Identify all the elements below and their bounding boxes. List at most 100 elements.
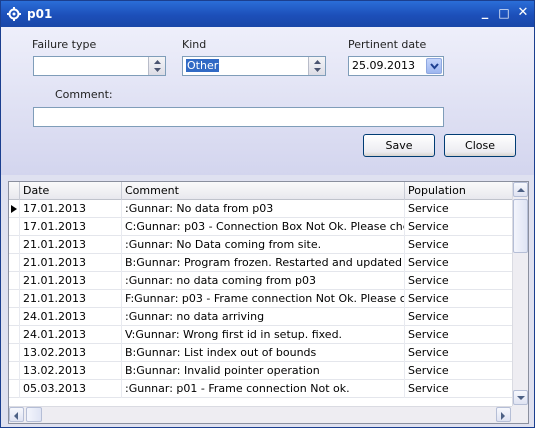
- entry-form: Failure type Kind Other Pertinent date 2…: [1, 27, 534, 175]
- failure-type-spin-button[interactable]: [148, 57, 165, 75]
- failure-type-label: Failure type: [32, 38, 97, 51]
- pertinent-date-picker[interactable]: 25.09.2013: [348, 56, 444, 76]
- comment-label: Comment:: [55, 88, 113, 101]
- scrollbar-corner: [512, 406, 528, 423]
- gear-icon: [7, 7, 21, 21]
- minimize-button[interactable]: _: [477, 5, 493, 21]
- row-indicator-cell[interactable]: [9, 290, 20, 308]
- date-cell[interactable]: 21.01.2013: [20, 236, 122, 254]
- vertical-scroll-thumb[interactable]: [513, 199, 528, 253]
- population-cell[interactable]: Service: [405, 380, 513, 398]
- date-cell[interactable]: 24.01.2013: [20, 326, 122, 344]
- save-button[interactable]: Save: [363, 134, 435, 157]
- date-cell[interactable]: 17.01.2013: [20, 218, 122, 236]
- horizontal-scrollbar[interactable]: [9, 406, 513, 423]
- table-row[interactable]: 13.02.2013 B:Gunnar: List index out of bo…: [9, 344, 513, 362]
- comment-cell[interactable]: F:Gunnar: p03 - Frame connection Not Ok.…: [122, 290, 405, 308]
- comment-cell[interactable]: :Gunnar: p01 - Frame connection Not ok.: [122, 380, 405, 398]
- vertical-scrollbar[interactable]: [512, 182, 528, 406]
- chevron-left-icon: [14, 412, 18, 420]
- chevron-right-icon: [501, 412, 505, 420]
- population-cell[interactable]: Service: [405, 362, 513, 380]
- date-cell[interactable]: 21.01.2013: [20, 272, 122, 290]
- grid-header: Date Comment Population: [9, 182, 513, 200]
- failure-type-field[interactable]: [33, 56, 166, 76]
- comment-cell[interactable]: :Gunnar: no data arriving: [122, 308, 405, 326]
- window-title: p01: [27, 7, 53, 21]
- title-bar[interactable]: p01 _ □ ✕: [1, 1, 534, 27]
- date-cell[interactable]: 24.01.2013: [20, 308, 122, 326]
- chevron-up-icon: [517, 188, 525, 192]
- comment-cell[interactable]: :Gunnar: no data coming from p03: [122, 272, 405, 290]
- population-cell[interactable]: Service: [405, 218, 513, 236]
- row-indicator-cell[interactable]: [9, 254, 20, 272]
- row-indicator-cell[interactable]: [9, 218, 20, 236]
- close-window-button[interactable]: ✕: [515, 5, 531, 21]
- dialog-window: p01 _ □ ✕ Failure type Kind Other Pertin…: [0, 0, 535, 428]
- population-cell[interactable]: Service: [405, 308, 513, 326]
- date-cell[interactable]: 17.01.2013: [20, 200, 122, 218]
- table-row[interactable]: 13.02.2013 B:Gunnar: Invalid pointer oper…: [9, 362, 513, 380]
- date-cell[interactable]: 13.02.2013: [20, 344, 122, 362]
- pertinent-date-value: 25.09.2013: [352, 59, 415, 72]
- table-row[interactable]: 21.01.2013:Gunnar: no data coming from p…: [9, 272, 513, 290]
- current-row-arrow-icon: [11, 205, 17, 213]
- scroll-up-button[interactable]: [513, 182, 528, 197]
- horizontal-scroll-thumb[interactable]: [26, 407, 42, 422]
- scroll-left-button[interactable]: [9, 407, 24, 422]
- date-cell[interactable]: 05.03.2013: [20, 380, 122, 398]
- spin-arrows-icon: [154, 60, 161, 72]
- spin-arrows-icon: [314, 60, 321, 72]
- population-cell[interactable]: Service: [405, 344, 513, 362]
- chevron-down-icon: [517, 396, 525, 400]
- row-indicator-cell[interactable]: [9, 326, 20, 344]
- comment-cell[interactable]: B:Gunnar: Program frozen. Restarted and …: [122, 254, 405, 272]
- table-row[interactable]: 24.01.2013:Gunnar: no data arriving Servi…: [9, 308, 513, 326]
- records-grid: Date Comment Population 17.01.2013:Gunna…: [8, 181, 529, 424]
- population-cell[interactable]: Service: [405, 236, 513, 254]
- comment-cell[interactable]: :Gunnar: No Data coming from site.: [122, 236, 405, 254]
- row-indicator-cell[interactable]: [9, 272, 20, 290]
- comment-cell[interactable]: B:Gunnar: List index out of bounds: [122, 344, 405, 362]
- close-button[interactable]: Close: [444, 134, 516, 157]
- comment-cell[interactable]: :Gunnar: No data from p03: [122, 200, 405, 218]
- population-cell[interactable]: Service: [405, 272, 513, 290]
- date-dropdown-button[interactable]: [426, 58, 442, 74]
- scroll-down-button[interactable]: [513, 390, 528, 405]
- kind-spin-button[interactable]: [308, 57, 325, 75]
- population-cell[interactable]: Service: [405, 326, 513, 344]
- comment-cell[interactable]: V:Gunnar: Wrong first id in setup. fixed…: [122, 326, 405, 344]
- kind-field[interactable]: Other: [182, 56, 326, 76]
- population-cell[interactable]: Service: [405, 290, 513, 308]
- row-indicator-cell[interactable]: [9, 362, 20, 380]
- comment-input[interactable]: [33, 107, 444, 127]
- scroll-right-button[interactable]: [496, 407, 511, 422]
- column-header-population[interactable]: Population: [405, 182, 513, 200]
- maximize-button[interactable]: □: [496, 5, 512, 21]
- table-row[interactable]: 21.01.2013 F:Gunnar: p03 - Frame connecti…: [9, 290, 513, 308]
- column-header-comment[interactable]: Comment: [122, 182, 405, 200]
- date-cell[interactable]: 21.01.2013: [20, 290, 122, 308]
- indicator-column-header: [9, 182, 20, 200]
- population-cell[interactable]: Service: [405, 200, 513, 218]
- row-indicator-cell[interactable]: [9, 308, 20, 326]
- date-cell[interactable]: 21.01.2013: [20, 254, 122, 272]
- row-indicator-cell[interactable]: [9, 236, 20, 254]
- population-cell[interactable]: Service: [405, 254, 513, 272]
- table-row[interactable]: 24.01.2013 V:Gunnar: Wrong first id in se…: [9, 326, 513, 344]
- kind-label: Kind: [182, 38, 207, 51]
- row-indicator-cell[interactable]: [9, 380, 20, 398]
- table-row[interactable]: 17.01.2013 C:Gunnar: p03 - Connection Box…: [9, 218, 513, 236]
- table-row[interactable]: 21.01.2013 B:Gunnar: Program frozen. Rest…: [9, 254, 513, 272]
- comment-cell[interactable]: C:Gunnar: p03 - Connection Box Not Ok. P…: [122, 218, 405, 236]
- date-cell[interactable]: 13.02.2013: [20, 362, 122, 380]
- column-header-date[interactable]: Date: [20, 182, 122, 200]
- table-row[interactable]: 17.01.2013:Gunnar: No data from p03 Servi…: [9, 200, 513, 218]
- row-indicator-cell[interactable]: [9, 344, 20, 362]
- kind-value: Other: [186, 59, 220, 72]
- table-row[interactable]: 05.03.2013:Gunnar: p01 - Frame connectio…: [9, 380, 513, 398]
- table-row[interactable]: 21.01.2013:Gunnar: No Data coming from s…: [9, 236, 513, 254]
- row-indicator-cell[interactable]: [9, 200, 20, 218]
- comment-cell[interactable]: B:Gunnar: Invalid pointer operation: [122, 362, 405, 380]
- chevron-down-icon: [430, 63, 439, 70]
